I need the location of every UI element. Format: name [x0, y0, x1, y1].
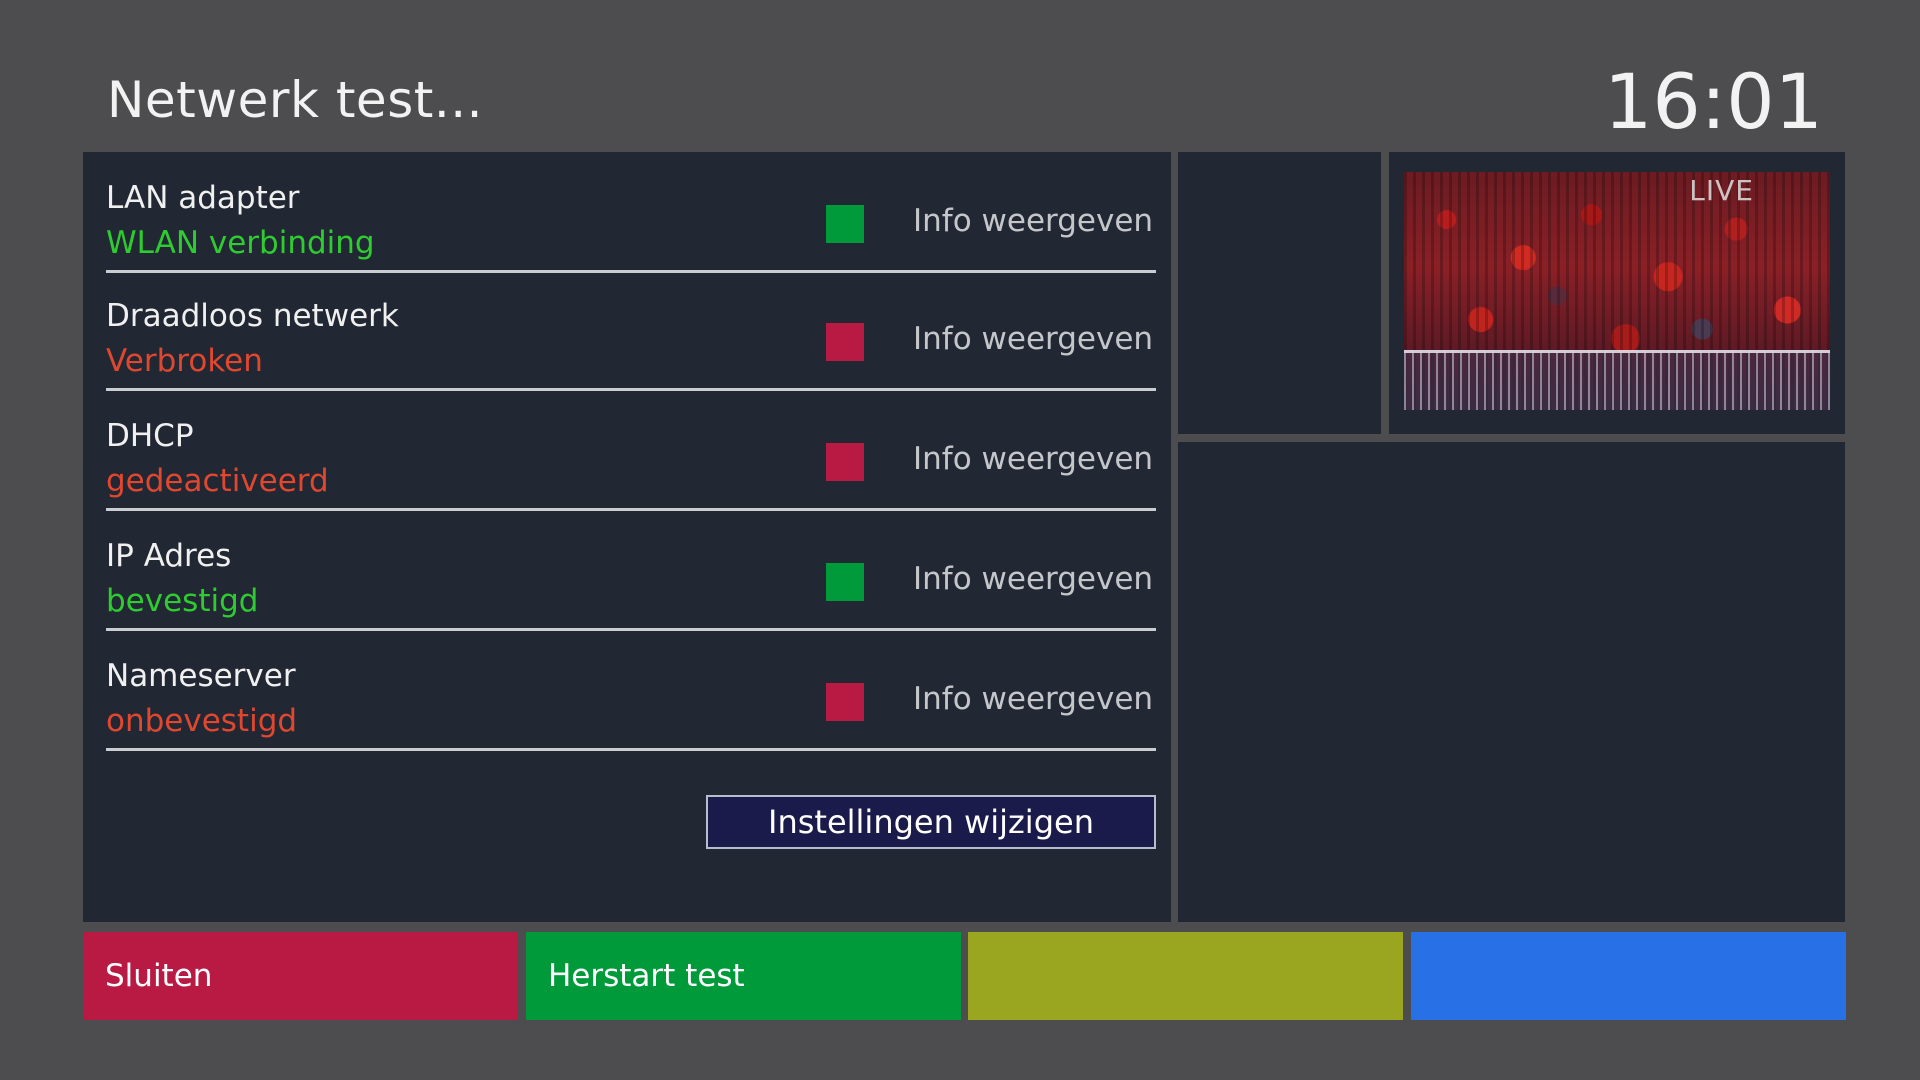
test-status: Verbroken — [106, 343, 263, 379]
yellow-button[interactable] — [968, 932, 1403, 1020]
info-button[interactable]: Info weergeven — [913, 680, 1153, 718]
test-name: Nameserver — [106, 658, 296, 694]
test-name: LAN adapter — [106, 180, 300, 216]
info-button[interactable]: Info weergeven — [913, 320, 1153, 358]
empty-panel — [1178, 152, 1381, 434]
change-settings-button[interactable]: Instellingen wijzigen — [706, 795, 1156, 849]
test-status: gedeactiveerd — [106, 463, 329, 499]
test-row-wireless-network: Draadloos netwerk Verbroken Info weergev… — [106, 270, 1156, 391]
network-test-panel: LAN adapter WLAN verbinding Info weergev… — [83, 152, 1171, 922]
status-indicator-fail — [826, 683, 864, 721]
info-panel — [1178, 442, 1845, 922]
info-button[interactable]: Info weergeven — [913, 440, 1153, 478]
test-name: Draadloos netwerk — [106, 298, 399, 334]
live-tv-preview: LIVE — [1404, 172, 1830, 410]
preview-railing — [1404, 350, 1830, 410]
green-button-restart-test[interactable]: Herstart test — [526, 932, 961, 1020]
status-indicator-fail — [826, 443, 864, 481]
test-row-dhcp: DHCP gedeactiveerd Info weergeven — [106, 390, 1156, 511]
clock: 16:01 — [1603, 57, 1823, 146]
test-status: WLAN verbinding — [106, 225, 375, 261]
test-row-ip-address: IP Adres bevestigd Info weergeven — [106, 510, 1156, 631]
live-label: LIVE — [1689, 174, 1754, 207]
red-button-close[interactable]: Sluiten — [83, 932, 518, 1020]
test-row-nameserver: Nameserver onbevestigd Info weergeven — [106, 630, 1156, 751]
status-indicator-fail — [826, 323, 864, 361]
test-status: bevestigd — [106, 583, 259, 619]
page-title: Netwerk test... — [107, 71, 484, 129]
test-name: DHCP — [106, 418, 194, 454]
status-indicator-ok — [826, 205, 864, 243]
info-button[interactable]: Info weergeven — [913, 560, 1153, 598]
test-row-lan-adapter: LAN adapter WLAN verbinding Info weergev… — [106, 152, 1156, 273]
test-status: onbevestigd — [106, 703, 298, 739]
test-name: IP Adres — [106, 538, 232, 574]
blue-button[interactable] — [1411, 932, 1846, 1020]
info-button[interactable]: Info weergeven — [913, 202, 1153, 240]
status-indicator-ok — [826, 563, 864, 601]
live-preview-panel: LIVE — [1389, 152, 1845, 434]
